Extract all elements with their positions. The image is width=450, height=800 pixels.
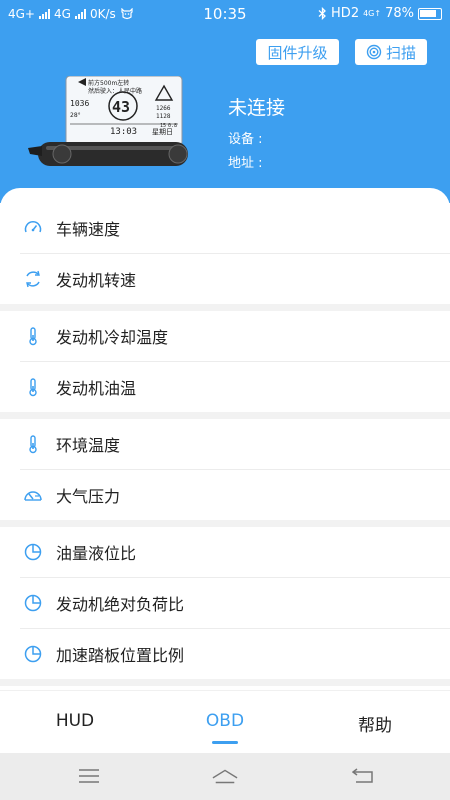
scan-button[interactable]: 扫描: [355, 39, 427, 65]
hud-left-value: 1036: [70, 99, 89, 108]
hud-device-illustration: 前方500m左转 然后驶入：人民中路 1036 28° 43 13:03 126…: [28, 75, 188, 166]
device-label: 设备 :: [228, 132, 263, 147]
hud-clock: 13:03: [110, 127, 137, 137]
status-bar: 4G+ 4G 0K/s 10:35 HD2 4G↑ 78%: [0, 0, 450, 28]
section-gap: [0, 679, 450, 686]
active-tab-indicator: [212, 741, 238, 744]
pie-chart-icon: [23, 542, 43, 562]
hud-device-image: 前方500m左转 然后驶入：人民中路 1036 28° 43 13:03 126…: [28, 75, 190, 172]
hud-right-value1: 1266: [156, 105, 171, 112]
section-gap: [0, 412, 450, 419]
pressure-gauge-icon: [23, 485, 43, 505]
back-nav-button[interactable]: [350, 765, 376, 787]
thermometer-icon: [23, 377, 43, 397]
thermometer-icon: [23, 326, 43, 346]
list-item-label: 环境温度: [56, 436, 121, 455]
battery-icon: [418, 7, 442, 20]
menu-icon: [79, 769, 99, 783]
hud-weekday: 星期日: [152, 128, 173, 136]
list-item-label: 加速踏板位置比例: [56, 646, 185, 665]
list-item-label: 发动机绝对负荷比: [56, 595, 185, 614]
list-item-vehicle-speed[interactable]: 车辆速度: [0, 203, 450, 253]
list-item-label: 发动机冷却温度: [56, 328, 169, 347]
back-icon: [352, 768, 373, 783]
list-item-barometric-pressure[interactable]: 大气压力: [0, 470, 450, 520]
scan-icon: [366, 44, 382, 60]
network-type-3: 4G↑: [363, 9, 382, 18]
list-item-engine-load[interactable]: 发动机绝对负荷比: [0, 578, 450, 628]
hud-nav-line1: 前方500m左转: [88, 79, 129, 87]
home-nav-button[interactable]: [212, 765, 238, 787]
system-nav-bar: [0, 753, 450, 800]
header: 4G+ 4G 0K/s 10:35 HD2 4G↑ 78% 固件升级 扫描 前方…: [0, 0, 450, 215]
bluetooth-icon: [318, 7, 326, 20]
hud-nav-line2: 然后驶入：人民中路: [88, 87, 142, 95]
hd-voice: HD2: [331, 6, 360, 21]
list-item-label: 车辆速度: [56, 220, 121, 239]
scan-label: 扫描: [385, 43, 416, 62]
address-label: 地址 :: [228, 156, 263, 171]
pie-chart-icon: [23, 644, 43, 664]
list-item-ambient-temp[interactable]: 环境温度: [0, 419, 450, 469]
tab-hud[interactable]: HUD: [15, 711, 135, 731]
list-item-label: 大气压力: [56, 487, 121, 506]
tab-help[interactable]: 帮助: [315, 711, 435, 736]
rotation-icon: [23, 269, 43, 289]
tab-obd[interactable]: OBD: [165, 711, 285, 731]
hud-right-value2: 1128: [156, 113, 171, 120]
list-item-label: 发动机转速: [56, 271, 137, 290]
list-item-engine-rpm[interactable]: 发动机转速: [0, 254, 450, 304]
connection-status: 未连接: [228, 97, 286, 119]
obd-data-list: 车辆速度 发动机转速 发动机冷却温度 发动机油温 环境温度 大气压力 油量液位比…: [0, 188, 450, 754]
list-item-accelerator-position[interactable]: 加速踏板位置比例: [0, 629, 450, 679]
list-item-coolant-temp[interactable]: 发动机冷却温度: [0, 311, 450, 361]
menu-nav-button[interactable]: [76, 765, 102, 787]
battery-percent: 78%: [385, 6, 414, 21]
firmware-upgrade-label: 固件升级: [267, 43, 328, 62]
thermometer-icon: [23, 434, 43, 454]
list-item-oil-temp[interactable]: 发动机油温: [0, 362, 450, 412]
pie-chart-icon: [23, 593, 43, 613]
firmware-upgrade-button[interactable]: 固件升级: [256, 39, 339, 65]
bottom-tab-bar: HUD OBD 帮助: [0, 690, 450, 752]
hud-left-temp: 28°: [70, 112, 81, 119]
list-item-label: 发动机油温: [56, 379, 137, 398]
hud-speed: 43: [112, 98, 130, 116]
section-gap: [0, 304, 450, 311]
list-item-fuel-level[interactable]: 油量液位比: [0, 527, 450, 577]
speedometer-icon: [23, 218, 43, 238]
home-icon: [212, 769, 238, 784]
section-gap: [0, 520, 450, 527]
list-item-label: 油量液位比: [56, 544, 137, 563]
